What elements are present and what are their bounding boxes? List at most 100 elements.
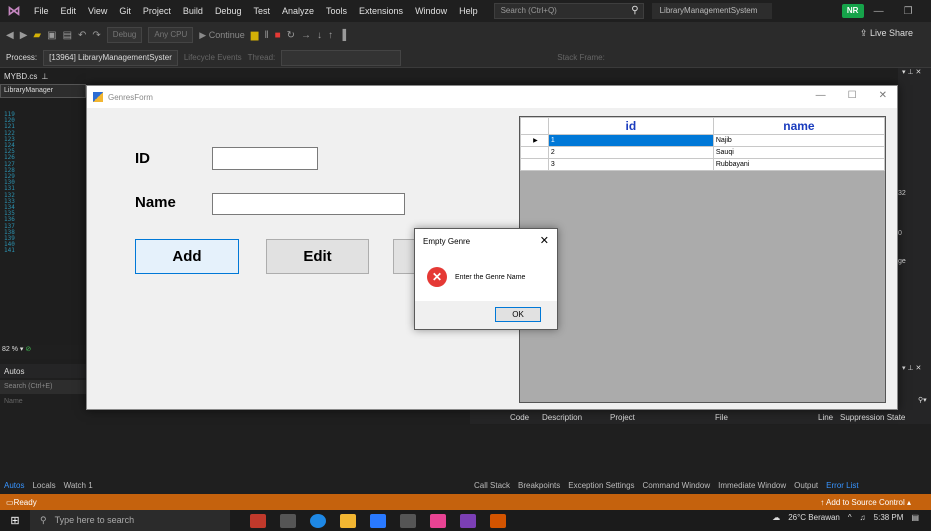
grid-cell-name[interactable]: Rubbayani	[712, 158, 886, 171]
tab-immediate-window[interactable]: Immediate Window	[714, 481, 790, 490]
taskbar-search[interactable]: ⚲ Type here to search	[30, 510, 230, 531]
windows-start-icon[interactable]: ⊞	[0, 514, 30, 527]
col-description[interactable]: Description	[542, 413, 582, 422]
delete-button-partial[interactable]	[393, 239, 415, 274]
grid-cell-id[interactable]: 3	[547, 158, 714, 171]
weather-icon[interactable]: ☁	[772, 513, 780, 522]
back-icon[interactable]: ◀	[6, 30, 14, 41]
save-all-icon[interactable]: ▤	[63, 30, 72, 41]
table-row[interactable]: 3 Rubbayani	[520, 158, 886, 171]
bookmark-icon[interactable]: ▐	[339, 30, 346, 41]
menu-window[interactable]: Window	[409, 6, 453, 16]
tab-exception-settings[interactable]: Exception Settings	[564, 481, 638, 490]
live-share-button[interactable]: ⇪ Live Share	[860, 28, 913, 39]
name-input[interactable]	[212, 193, 405, 215]
edge-icon[interactable]	[310, 513, 326, 528]
menu-extensions[interactable]: Extensions	[353, 6, 409, 16]
grid-col-id[interactable]: id	[547, 117, 714, 135]
platform-dropdown[interactable]: Any CPU	[148, 27, 194, 43]
autos-name-column[interactable]: Name	[0, 396, 86, 407]
tab-breakpoints[interactable]: Breakpoints	[514, 481, 564, 490]
continue-button[interactable]: ▶ Continue	[199, 30, 244, 41]
step-over-icon[interactable]: →	[301, 30, 311, 41]
col-code[interactable]: Code	[510, 413, 529, 422]
menu-help[interactable]: Help	[453, 6, 484, 16]
redo-icon[interactable]: ↷	[92, 30, 100, 41]
open-folder-icon[interactable]: ▰	[33, 30, 41, 41]
zoom-level[interactable]: 82 % ▾ ⊘	[0, 345, 86, 359]
search-icon[interactable]: ⚲▾	[918, 396, 927, 404]
col-line[interactable]: Line	[818, 413, 833, 422]
menu-debug[interactable]: Debug	[209, 6, 248, 16]
vs-search-box[interactable]: Search (Ctrl+Q) ⚲	[493, 3, 644, 19]
edit-button[interactable]: Edit	[266, 239, 369, 274]
dialog-titlebar[interactable]: Empty Genre ✕	[415, 229, 557, 253]
menu-file[interactable]: File	[28, 6, 55, 16]
hot-reload-icon[interactable]: ▆	[251, 30, 259, 41]
genres-data-grid[interactable]: id name ▶ 1 Najib 2 Sauqi 3 Rubbayani	[519, 116, 886, 403]
menu-build[interactable]: Build	[177, 6, 209, 16]
config-dropdown[interactable]: Debug	[106, 27, 143, 43]
process-dropdown[interactable]: [13964] LibraryManagementSyster	[43, 49, 178, 66]
undo-icon[interactable]: ↶	[78, 30, 86, 41]
tray-expand-icon[interactable]: ^	[848, 513, 852, 522]
menu-edit[interactable]: Edit	[55, 6, 83, 16]
app-pink-icon[interactable]	[430, 513, 446, 528]
clock[interactable]: 5:38 PM	[874, 513, 904, 522]
pin-icon[interactable]: ⊥	[41, 72, 48, 81]
file-explorer-icon[interactable]	[340, 513, 356, 528]
forward-icon[interactable]: ▶	[20, 30, 28, 41]
stop-icon[interactable]: ■	[275, 30, 281, 41]
weather-text[interactable]: 26°C Berawan	[788, 513, 840, 522]
restore-icon[interactable]: ❐	[894, 6, 923, 17]
ok-button[interactable]: OK	[495, 307, 541, 322]
menu-analyze[interactable]: Analyze	[276, 6, 320, 16]
table-row[interactable]: 2 Sauqi	[520, 146, 886, 159]
grid-cell-id[interactable]: 1	[547, 134, 714, 147]
grid-cell-id[interactable]: 2	[547, 146, 714, 159]
col-file[interactable]: File	[715, 413, 728, 422]
mail-icon[interactable]	[370, 513, 386, 528]
grid-cell-name[interactable]: Najib	[712, 134, 886, 147]
close-icon[interactable]: ▾ ⊥ ✕	[902, 364, 921, 372]
store-icon[interactable]	[400, 513, 416, 528]
menu-view[interactable]: View	[82, 6, 113, 16]
news-widget-icon[interactable]	[250, 513, 266, 528]
row-selector-icon[interactable]: ▶	[520, 134, 549, 147]
col-project[interactable]: Project	[610, 413, 635, 422]
minimize-icon[interactable]: —	[816, 90, 826, 101]
add-to-source-control-button[interactable]: ↑ Add to Source Control ▴	[820, 498, 911, 507]
lifecycle-events-button[interactable]: Lifecycle Events	[184, 53, 242, 62]
user-avatar[interactable]: NR	[841, 4, 864, 18]
notification-icon[interactable]: ▤	[911, 513, 919, 522]
break-all-icon[interactable]: ‖	[264, 30, 268, 41]
code-class-dropdown[interactable]: LibraryManager	[0, 84, 86, 98]
thread-dropdown[interactable]	[281, 49, 402, 66]
maximize-icon[interactable]: ☐	[848, 90, 857, 101]
tab-locals[interactable]: Locals	[28, 481, 59, 490]
editor-tab-mybd[interactable]: MYBD.cs	[4, 72, 37, 81]
row-header[interactable]	[520, 158, 549, 171]
tab-call-stack[interactable]: Call Stack	[470, 481, 514, 490]
task-view-icon[interactable]	[280, 513, 296, 528]
row-header[interactable]	[520, 146, 549, 159]
tab-autos[interactable]: Autos	[0, 481, 28, 490]
minimize-icon[interactable]: —	[864, 6, 894, 17]
app-orange-icon[interactable]	[490, 513, 506, 528]
pin-icon[interactable]: ▾ ⊥ ✕	[902, 68, 921, 76]
volume-icon[interactable]: ♫	[860, 513, 866, 522]
menu-project[interactable]: Project	[137, 6, 177, 16]
tab-watch1[interactable]: Watch 1	[60, 481, 97, 490]
menu-git[interactable]: Git	[113, 6, 137, 16]
id-input[interactable]	[212, 147, 318, 170]
grid-cell-name[interactable]: Sauqi	[712, 146, 886, 159]
visual-studio-taskbar-icon[interactable]	[460, 513, 476, 528]
col-suppression[interactable]: Suppression State	[840, 413, 905, 422]
visual-studio-logo-icon[interactable]: ⋈	[0, 3, 28, 19]
close-icon[interactable]: ✕	[540, 234, 549, 247]
close-icon[interactable]: ✕	[879, 90, 887, 101]
tab-error-list[interactable]: Error List	[822, 481, 862, 490]
tab-output[interactable]: Output	[790, 481, 822, 490]
step-into-icon[interactable]: ↓	[317, 30, 322, 41]
table-row[interactable]: ▶ 1 Najib	[520, 134, 886, 147]
